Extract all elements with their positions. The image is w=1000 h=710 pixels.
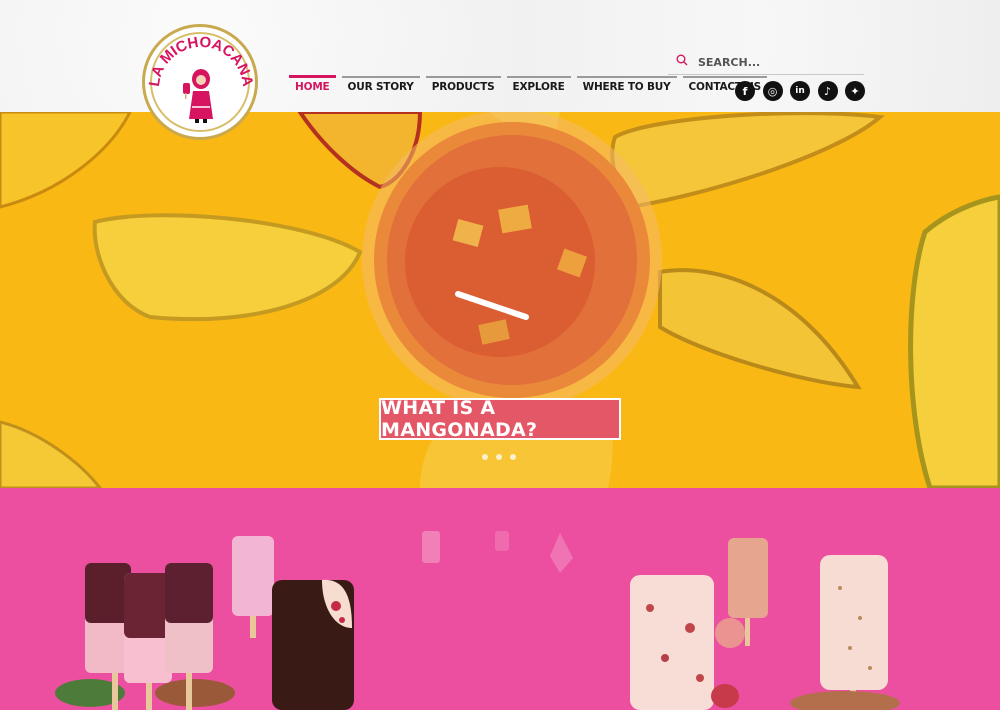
search-input[interactable] [696, 51, 860, 73]
instagram-icon[interactable]: ◎ [762, 81, 783, 101]
logo-artwork: LA MICHOACANA [146, 34, 255, 123]
site-header: LA MICHOACANA HOME OUR STORY PRODUCTS EX… [0, 0, 1000, 140]
products-showcase [0, 488, 1000, 710]
search-bar [668, 48, 864, 75]
nav-products[interactable]: PRODUCTS [425, 76, 501, 96]
nav-explore[interactable]: EXPLORE [506, 76, 571, 96]
slide-indicators [482, 454, 516, 460]
nav-home[interactable]: HOME [289, 75, 336, 96]
search-icon[interactable] [676, 54, 688, 66]
linkedin-icon[interactable]: in [790, 81, 810, 101]
slide-dot-2[interactable] [496, 454, 502, 460]
mangonada-cta-button[interactable]: WHAT IS A MANGONADA? [379, 397, 621, 441]
main-navigation: HOME OUR STORY PRODUCTS EXPLORE WHERE TO… [289, 75, 767, 96]
hero-slideshow: WHAT IS A MANGONADA? [0, 112, 1000, 488]
twitter-icon[interactable]: ✦ [845, 81, 865, 101]
tiktok-icon[interactable]: ♪ [817, 81, 838, 101]
brand-logo[interactable]: LA MICHOACANA [142, 24, 258, 140]
slide-dot-3[interactable] [510, 454, 516, 460]
slide-dot-1[interactable] [482, 454, 488, 460]
nav-our-story[interactable]: OUR STORY [341, 76, 420, 96]
nav-where-to-buy[interactable]: WHERE TO BUY [576, 76, 677, 96]
social-links: f ◎ in ♪ ✦ [735, 81, 865, 101]
facebook-icon[interactable]: f [735, 81, 755, 101]
paleta-products-image [55, 531, 900, 710]
